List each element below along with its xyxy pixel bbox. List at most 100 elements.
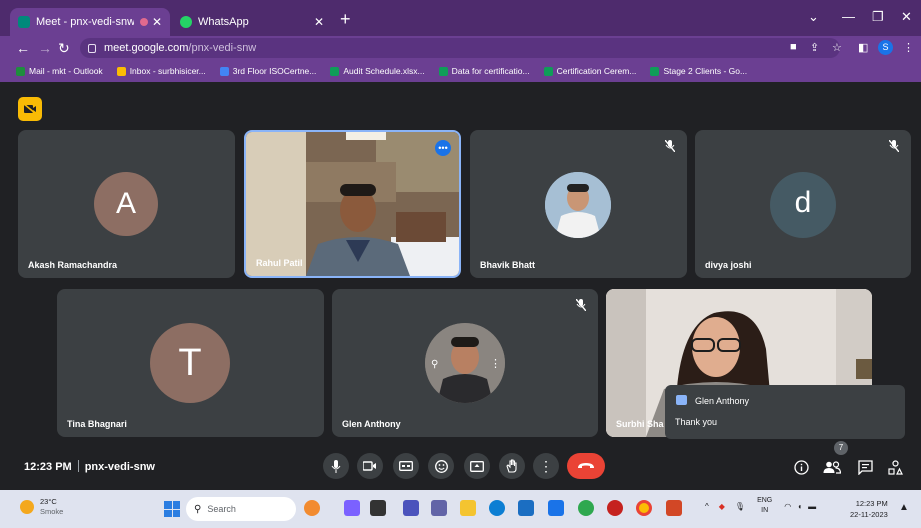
task-view-icon[interactable] (370, 500, 386, 516)
hand-icon (506, 459, 517, 473)
participant-tile[interactable]: T Tina Bhagnari (57, 289, 324, 437)
participant-count-badge: 7 (834, 441, 848, 455)
close-tab-icon[interactable]: ✕ (152, 15, 162, 29)
bookmark-label: Stage 2 Clients - Go... (663, 66, 748, 76)
participant-name: Tina Bhagnari (67, 419, 127, 429)
chat-notification[interactable]: Glen Anthony Thank you (665, 385, 905, 439)
bookmark-item[interactable]: Inbox - surbhisicer... (116, 66, 206, 76)
bookmark-item[interactable]: Certification Cerem... (543, 66, 636, 76)
captions-button[interactable] (393, 453, 419, 479)
participant-video (246, 132, 459, 276)
chat-app-icon[interactable] (578, 500, 594, 516)
participant-name: Glen Anthony (342, 419, 401, 429)
participant-tile[interactable]: d divya joshi (695, 130, 911, 278)
bookmark-star-icon[interactable]: ☆ (832, 41, 842, 54)
tray-app-icon[interactable]: ◆ (719, 502, 725, 511)
chat-button[interactable] (856, 458, 874, 476)
mic-off-icon (576, 299, 586, 311)
system-clock[interactable]: 12:23 PM 22-11-2023 (850, 498, 888, 520)
bookmark-item[interactable]: Stage 2 Clients - Go... (650, 66, 747, 76)
app-icon[interactable] (607, 500, 623, 516)
battery-icon[interactable]: ▬ (808, 502, 816, 511)
maximize-icon[interactable]: ❐ (872, 9, 884, 25)
tray-overflow-icon[interactable]: ^ (705, 502, 709, 511)
profile-avatar[interactable]: S (878, 40, 893, 55)
teams-chat-icon[interactable] (431, 500, 447, 516)
bookmark-item[interactable]: Data for certificatio... (438, 66, 530, 76)
clock-time: 12:23 PM (855, 499, 888, 508)
weather-temperature: 23°C (40, 497, 57, 506)
side-panel-icon[interactable]: ◧ (858, 41, 868, 54)
notifications-bell-icon[interactable]: ▲ (899, 502, 909, 513)
diwali-widget-icon[interactable] (304, 500, 320, 516)
microphone-tray-icon[interactable]: 🎙 (735, 502, 745, 511)
close-window-icon[interactable]: ✕ (901, 9, 912, 25)
tab-meet[interactable]: Meet - pnx-vedi-snw ✕ (10, 8, 170, 36)
share-icon[interactable]: ⇪ (810, 41, 819, 54)
bookmark-item[interactable]: 3rd Floor ISOCertne... (219, 66, 316, 76)
close-tab-icon[interactable]: ✕ (314, 15, 324, 29)
bookmark-item[interactable]: Mail - mkt - Outlook (16, 66, 103, 76)
language-indicator[interactable]: ENG IN (757, 496, 772, 516)
outlook-icon (16, 66, 25, 76)
people-button[interactable] (823, 458, 841, 476)
camera-in-use-icon[interactable]: ■ (790, 41, 797, 53)
teams-icon[interactable] (403, 500, 419, 516)
taskbar-search[interactable]: ⚲ Search (186, 497, 296, 521)
weather-widget[interactable]: 23°C Smoke (20, 497, 63, 517)
app-icon[interactable] (548, 500, 564, 516)
windows-taskbar: 23°C Smoke ⚲ Search ^ ◆ 🎙 ENG IN ◠ ◖ ▬ 1… (0, 490, 921, 528)
camera-button[interactable] (357, 453, 383, 479)
activities-icon (887, 459, 903, 475)
leave-call-button[interactable] (567, 453, 605, 479)
back-icon[interactable]: ← (16, 39, 30, 57)
sheets-icon (330, 66, 340, 76)
camera-off-badge-icon[interactable] (18, 97, 42, 121)
activities-button[interactable] (886, 458, 904, 476)
forward-icon[interactable]: → (38, 39, 52, 57)
file-explorer-icon[interactable] (460, 500, 476, 516)
system-tray: ^ ◆ 🎙 ENG IN ◠ ◖ ▬ (705, 496, 816, 516)
chat-icon (676, 395, 687, 405)
store-icon[interactable] (518, 500, 534, 516)
tab-title: WhatsApp (198, 16, 249, 28)
participant-tile[interactable]: A Akash Ramachandra (18, 130, 235, 278)
search-placeholder: Search (207, 504, 236, 514)
raise-hand-button[interactable] (499, 453, 525, 479)
minimize-icon[interactable]: — (842, 9, 855, 24)
participant-tile-speaking[interactable]: ••• Rahul Patil (244, 130, 461, 278)
people-icon (823, 460, 841, 474)
address-bar[interactable]: meet.google.com/pnx-vedi-snw (80, 38, 840, 58)
new-tab-button[interactable]: + (340, 9, 351, 29)
site-info-icon[interactable] (88, 43, 96, 53)
volume-icon[interactable]: ◖ (797, 502, 802, 511)
more-menu-icon[interactable]: ⋮ (903, 41, 914, 54)
start-button[interactable] (164, 501, 180, 517)
powerpoint-icon[interactable] (666, 500, 682, 516)
sheets-icon (650, 66, 660, 76)
more-options-button[interactable]: ⋮ (533, 453, 559, 479)
widgets-icon[interactable] (344, 500, 360, 516)
bookmark-item[interactable]: Audit Schedule.xlsx... (330, 66, 425, 76)
tab-search-icon[interactable]: ⌄ (808, 9, 819, 25)
reload-icon[interactable]: ↻ (58, 39, 70, 57)
more-options-icon[interactable]: ••• (435, 140, 451, 156)
wifi-icon[interactable]: ◠ (784, 502, 791, 511)
browser-tab-strip: Meet - pnx-vedi-snw ✕ WhatsApp ✕ + ⌄ — ❐… (0, 0, 921, 36)
more-options-icon[interactable]: ⋮ (490, 357, 501, 370)
reactions-button[interactable] (428, 453, 454, 479)
present-screen-button[interactable] (464, 453, 490, 479)
microphone-button[interactable] (323, 453, 349, 479)
bookmark-label: Data for certificatio... (451, 66, 530, 76)
chrome-icon[interactable] (636, 500, 652, 516)
language-code: ENG (757, 497, 773, 504)
edge-icon[interactable] (489, 500, 505, 516)
participant-tile[interactable]: Bhavik Bhatt (470, 130, 687, 278)
meeting-details-button[interactable] (792, 458, 810, 476)
participant-tile[interactable]: ⚲ ⋮ Glen Anthony (332, 289, 598, 437)
tab-whatsapp[interactable]: WhatsApp ✕ (172, 8, 332, 36)
pin-icon[interactable]: ⚲ (431, 359, 438, 370)
present-icon (470, 460, 484, 472)
url-host: meet.google.com (104, 42, 189, 54)
participant-avatar: T (150, 323, 230, 403)
